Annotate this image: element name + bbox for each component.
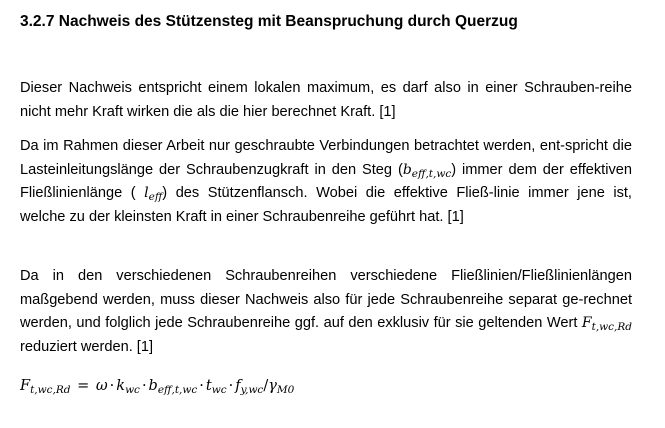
symbol-f-t-wc-rd: Ft,wc,Rd bbox=[581, 315, 632, 333]
formula-gamma-m0: γM0 bbox=[268, 378, 295, 396]
paragraph-2: Da im Rahmen dieser Arbeit nur geschraub… bbox=[20, 135, 632, 229]
formula-lhs: Ft,wc,Rd bbox=[20, 378, 71, 396]
formula-f-y-wc: fy,wc bbox=[235, 378, 264, 396]
formula-k-wc: kwc bbox=[116, 378, 140, 396]
paragraph-1: Dieser Nachweis entspricht einem lokalen… bbox=[20, 80, 632, 120]
document-page: 3.2.7 Nachweis des Stützensteg mit Beans… bbox=[0, 0, 665, 428]
paragraph-3-text-a: Da in den verschiedenen Schraubenreihen … bbox=[20, 268, 632, 331]
section-heading: 3.2.7 Nachweis des Stützensteg mit Beans… bbox=[20, 13, 518, 30]
paragraph-3: Da in den verschiedenen Schraubenreihen … bbox=[20, 265, 632, 359]
formula-t-wc: twc bbox=[205, 378, 227, 396]
symbol-l-eff: leff bbox=[144, 185, 163, 203]
formula-f-t-wc-rd: Ft,wc,Rd = ω · kwc · beff,t,wc · twc · fy,wc/γM0 bbox=[20, 378, 295, 396]
symbol-b-eff-t-wc: beff,t,wc bbox=[402, 161, 452, 180]
paragraph-3-text-b: reduziert werden. [1] bbox=[20, 338, 154, 355]
formula-b-eff-t-wc: beff,t,wc bbox=[148, 378, 198, 396]
